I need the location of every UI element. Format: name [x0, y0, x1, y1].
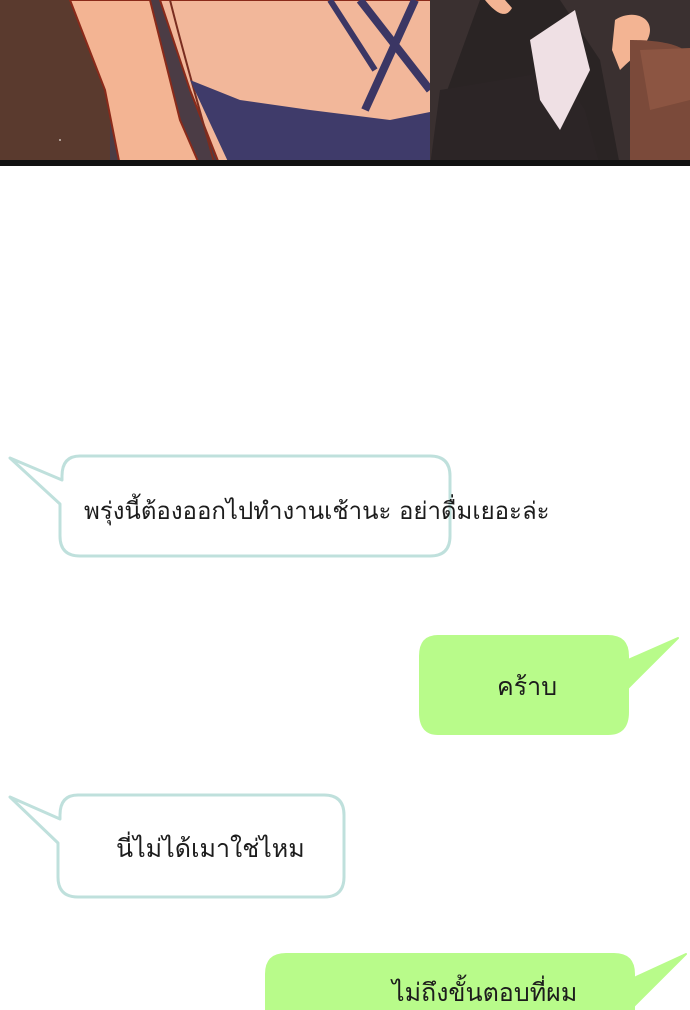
- incoming-message-text: นี่ไม่ได้เมาใช่ไหม: [116, 834, 305, 863]
- outgoing-message-text: คร้าบ: [497, 672, 558, 701]
- panel-artwork: [0, 0, 690, 166]
- incoming-message-text: พรุ่งนี้ต้องออกไปทำงานเช้านะ อย่าดื่มเยอ…: [84, 497, 550, 525]
- outgoing-message-text: ไม่ถึงขั้นตอบที่ผม: [392, 978, 578, 1007]
- panel-border: [0, 160, 690, 166]
- comic-panel-illustration: [0, 0, 690, 166]
